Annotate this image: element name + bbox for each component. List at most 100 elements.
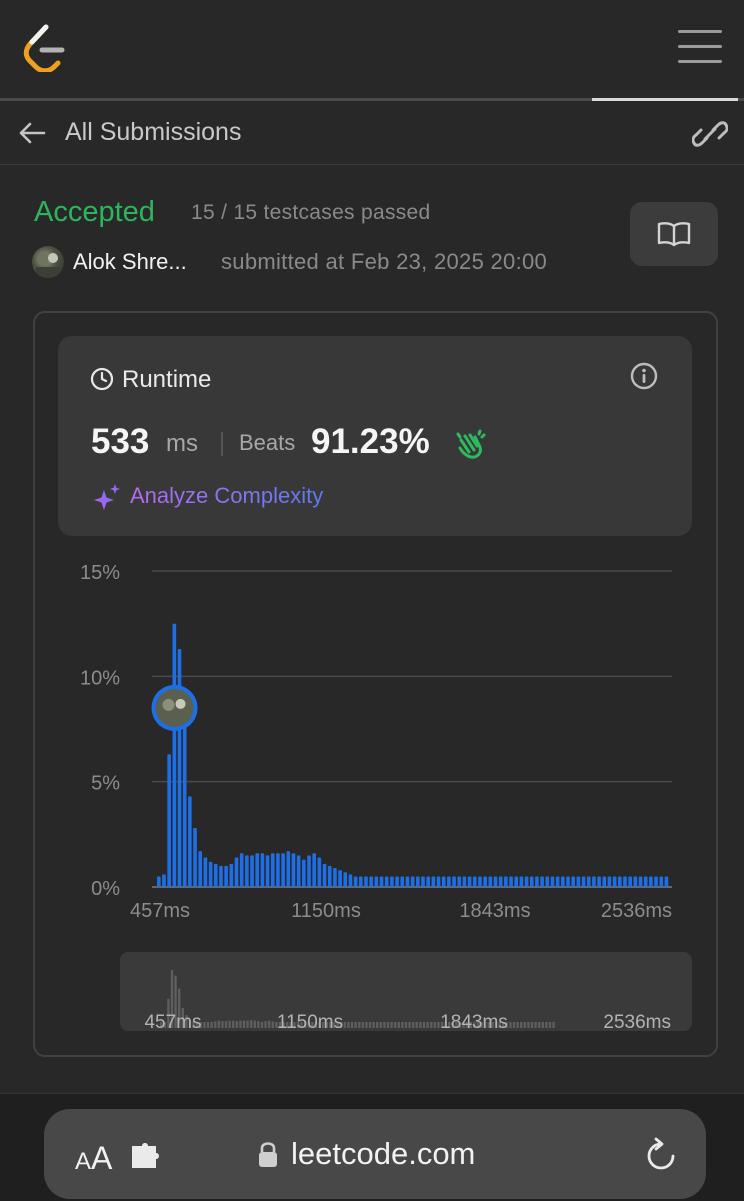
chart-bar[interactable]: [571, 876, 575, 887]
url-text[interactable]: leetcode.com: [291, 1136, 475, 1172]
leetcode-logo-icon[interactable]: [22, 24, 66, 72]
chart-bar[interactable]: [504, 876, 508, 887]
puzzle-piece-icon[interactable]: [130, 1142, 166, 1170]
chart-bar[interactable]: [213, 863, 218, 887]
username[interactable]: Alok Shre...: [73, 249, 187, 275]
chart-bar[interactable]: [333, 868, 337, 887]
chart-bar[interactable]: [250, 855, 254, 887]
chart-bar[interactable]: [659, 876, 664, 887]
chart-bar[interactable]: [597, 876, 601, 887]
chart-bar[interactable]: [566, 876, 570, 887]
all-submissions-link[interactable]: All Submissions: [65, 118, 241, 147]
chart-bar[interactable]: [467, 876, 472, 887]
chart-bar[interactable]: [234, 857, 239, 887]
chart-bar[interactable]: [472, 876, 477, 887]
range-selector-chart[interactable]: 457ms 1150ms 1843ms 2536ms: [120, 952, 692, 1031]
chart-bar[interactable]: [586, 876, 591, 887]
arrow-left-icon[interactable]: [18, 121, 46, 145]
chart-bar[interactable]: [436, 876, 441, 887]
chart-bar[interactable]: [286, 851, 291, 887]
chart-bar[interactable]: [224, 865, 228, 887]
chart-bar[interactable]: [260, 853, 265, 887]
chart-bar[interactable]: [296, 855, 301, 887]
chart-bar[interactable]: [623, 876, 627, 887]
chart-bar[interactable]: [441, 876, 446, 887]
view-solution-button[interactable]: [630, 202, 718, 266]
chart-bar[interactable]: [483, 876, 487, 887]
chart-bar[interactable]: [405, 876, 410, 887]
chart-bar[interactable]: [416, 876, 420, 887]
chart-bar[interactable]: [229, 863, 234, 887]
chart-bar[interactable]: [524, 876, 529, 887]
chart-bar[interactable]: [177, 648, 182, 887]
info-icon[interactable]: [630, 362, 658, 390]
chart-bar[interactable]: [649, 876, 653, 887]
chart-bar[interactable]: [291, 853, 296, 887]
chart-bar[interactable]: [281, 853, 285, 887]
chart-bar[interactable]: [188, 796, 192, 887]
chart-bar[interactable]: [379, 876, 384, 887]
chart-bar[interactable]: [602, 876, 607, 887]
chart-bar[interactable]: [514, 876, 519, 887]
chart-bar[interactable]: [488, 876, 493, 887]
chart-bar[interactable]: [529, 876, 534, 887]
chart-bar[interactable]: [157, 876, 161, 887]
chart-bar[interactable]: [312, 853, 316, 887]
chart-bar[interactable]: [255, 853, 260, 887]
chart-bar[interactable]: [369, 876, 373, 887]
chart-bar[interactable]: [182, 707, 187, 887]
chart-bar[interactable]: [607, 876, 612, 887]
chart-bar[interactable]: [374, 876, 379, 887]
chart-bar[interactable]: [338, 870, 342, 887]
chart-bar[interactable]: [307, 855, 311, 887]
hamburger-menu-icon[interactable]: [678, 30, 722, 68]
chart-bar[interactable]: [452, 876, 456, 887]
chart-bar[interactable]: [628, 876, 632, 887]
chart-bar[interactable]: [498, 876, 503, 887]
chart-bar[interactable]: [535, 876, 539, 887]
chart-bar[interactable]: [576, 876, 581, 887]
chart-bar[interactable]: [654, 876, 658, 887]
chart-bar[interactable]: [421, 876, 425, 887]
chart-bar[interactable]: [317, 857, 322, 887]
chart-bar[interactable]: [276, 853, 280, 887]
chart-bar[interactable]: [462, 876, 467, 887]
chart-bar[interactable]: [172, 623, 177, 887]
chart-bar[interactable]: [265, 855, 270, 887]
chart-bar[interactable]: [245, 855, 249, 887]
chart-bar[interactable]: [447, 876, 451, 887]
chart-bar[interactable]: [519, 876, 524, 887]
user-runtime-marker[interactable]: [151, 684, 198, 731]
runtime-distribution-chart[interactable]: 15% 10% 5% 0% 457ms 1150ms 1843ms 2536ms: [70, 555, 680, 925]
chart-bar[interactable]: [219, 865, 223, 887]
chart-bar[interactable]: [400, 876, 405, 887]
chart-bar[interactable]: [540, 876, 544, 887]
chart-bar[interactable]: [550, 876, 555, 887]
chart-bar[interactable]: [395, 876, 399, 887]
chart-bar[interactable]: [302, 859, 306, 887]
reader-text-size-button[interactable]: AA: [75, 1140, 112, 1177]
chart-bar[interactable]: [327, 865, 332, 887]
chart-bar[interactable]: [203, 857, 208, 887]
chart-bar[interactable]: [612, 876, 617, 887]
chart-bar[interactable]: [384, 876, 389, 887]
chart-bar[interactable]: [359, 876, 363, 887]
chart-bar[interactable]: [343, 872, 348, 887]
link-icon[interactable]: [692, 119, 728, 149]
chart-bar[interactable]: [239, 853, 244, 887]
chart-bar[interactable]: [322, 863, 327, 887]
chart-bar[interactable]: [545, 876, 550, 887]
chart-bar[interactable]: [555, 876, 560, 887]
chart-bar[interactable]: [664, 876, 669, 887]
chart-bar[interactable]: [618, 876, 622, 887]
chart-bar[interactable]: [478, 876, 482, 887]
chart-bar[interactable]: [509, 876, 513, 887]
chart-bar[interactable]: [208, 861, 213, 887]
analyze-complexity-button[interactable]: Analyze Complexity: [130, 483, 323, 509]
avatar[interactable]: [32, 246, 64, 278]
chart-bar[interactable]: [457, 876, 462, 887]
chart-bar[interactable]: [348, 874, 353, 887]
chart-bar[interactable]: [431, 876, 436, 887]
chart-bar[interactable]: [493, 876, 498, 887]
chart-bar[interactable]: [638, 876, 643, 887]
